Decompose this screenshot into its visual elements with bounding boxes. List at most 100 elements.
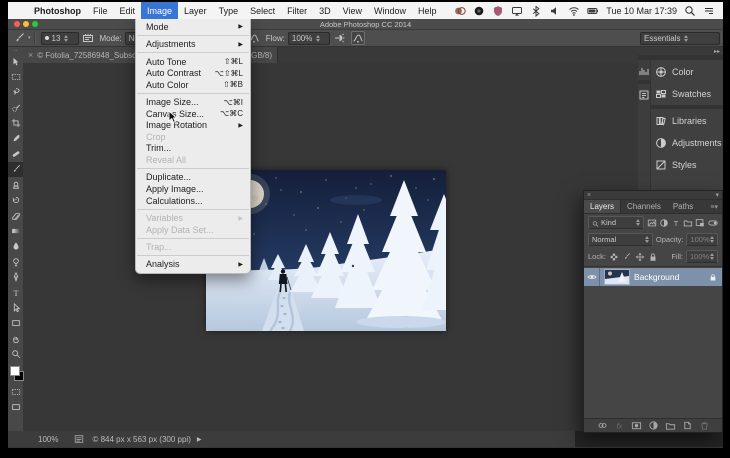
- menu-item-apply-image[interactable]: Apply Image...: [136, 183, 250, 195]
- delete-layer-icon[interactable]: [699, 420, 710, 431]
- tool-gradient[interactable]: [8, 223, 23, 238]
- filter-smart-icon[interactable]: [695, 218, 705, 228]
- tool-lasso[interactable]: [8, 85, 23, 100]
- toggle-brush-panel-icon[interactable]: [82, 32, 94, 44]
- lock-move-icon[interactable]: [635, 252, 645, 262]
- panel-button-color[interactable]: Color: [651, 61, 723, 83]
- tool-crop[interactable]: [8, 116, 23, 131]
- tool-healing-brush[interactable]: [8, 146, 23, 161]
- tool-quick-selection[interactable]: [8, 100, 23, 115]
- workspace-select[interactable]: Essentials: [640, 31, 720, 45]
- filter-adjust-icon[interactable]: [659, 218, 669, 228]
- tools-grip-dots[interactable]: ‥: [8, 47, 23, 54]
- menu-item-auto-tone[interactable]: Auto Tone ⇧⌘L: [136, 56, 250, 68]
- layer-effects-icon[interactable]: fx: [614, 420, 625, 431]
- wifi-icon[interactable]: [568, 5, 580, 17]
- volume-icon[interactable]: [549, 5, 561, 17]
- menu-item-auto-color[interactable]: Auto Color ⇧⌘B: [136, 79, 250, 91]
- panel-close-icon[interactable]: ×: [587, 192, 591, 199]
- layers-tab-channels[interactable]: Channels: [621, 200, 667, 213]
- layers-tab-paths[interactable]: Paths: [667, 200, 699, 213]
- tool-clone-stamp[interactable]: [8, 177, 23, 192]
- status-menu-arrow-icon[interactable]: ▶: [197, 436, 202, 443]
- battery-icon[interactable]: [587, 5, 599, 17]
- panel-icon-histogram[interactable]: [638, 62, 650, 80]
- spotlight-icon[interactable]: [684, 5, 696, 17]
- menu-item-mode[interactable]: Mode ▶: [136, 21, 250, 33]
- flow-select[interactable]: 100%: [287, 31, 330, 45]
- pressure-size-icon[interactable]: [350, 31, 365, 45]
- tool-path-selection[interactable]: [8, 300, 23, 315]
- foreground-color-swatch[interactable]: [10, 365, 20, 376]
- tool-blur[interactable]: [8, 239, 23, 254]
- tool-preset-arrow-icon[interactable]: ▾: [28, 35, 31, 41]
- menubar-item-help[interactable]: Help: [412, 2, 443, 19]
- menu-item-adjustments[interactable]: Adjustments ▶: [136, 38, 250, 50]
- layer-mask-icon[interactable]: [631, 420, 642, 431]
- tool-eyedropper[interactable]: [8, 131, 23, 146]
- tool-shape[interactable]: [8, 316, 23, 331]
- menubar-item-layer[interactable]: Layer: [178, 2, 213, 19]
- layer-thumbnail[interactable]: [604, 269, 630, 285]
- menu-item-auto-contrast[interactable]: Auto Contrast ⌥⇧⌘L: [136, 67, 250, 79]
- panel-button-adjustments[interactable]: Adjustments: [651, 132, 723, 154]
- menu-item-image-size[interactable]: Image Size... ⌥⌘I: [136, 96, 250, 108]
- tool-move[interactable]: [8, 54, 23, 69]
- filter-toggle-icon[interactable]: [708, 218, 718, 228]
- filter-image-icon[interactable]: [647, 218, 657, 228]
- tool-screen-mode[interactable]: [8, 399, 23, 414]
- menubar-item-edit[interactable]: Edit: [114, 2, 142, 19]
- menubar-clock[interactable]: Tue 10 Mar 17:39: [606, 6, 677, 16]
- filter-kind-select[interactable]: Kind: [588, 216, 644, 229]
- lock-paint-icon[interactable]: [622, 252, 632, 262]
- menubar-item-image[interactable]: Image: [141, 2, 179, 19]
- display-icon[interactable]: [511, 5, 523, 17]
- link-layers-icon[interactable]: [597, 420, 608, 431]
- zoom-level-field[interactable]: 100%: [38, 435, 58, 444]
- menu-item-analysis[interactable]: Analysis ▶: [136, 259, 250, 271]
- tool-dodge[interactable]: [8, 254, 23, 269]
- collapse-panels-icon[interactable]: ▸▸: [638, 47, 723, 56]
- menubar-item-select[interactable]: Select: [244, 2, 281, 19]
- layers-tab-layers[interactable]: Layers: [584, 200, 622, 213]
- new-layer-icon[interactable]: [682, 420, 693, 431]
- camera-app-icon[interactable]: [454, 5, 466, 17]
- layer-row-background[interactable]: Background: [584, 268, 722, 286]
- menubar-item-filter[interactable]: Filter: [281, 2, 313, 19]
- layer-group-icon[interactable]: [665, 420, 676, 431]
- menubar-item-3d[interactable]: 3D: [313, 2, 337, 19]
- panel-button-styles[interactable]: Styles: [651, 154, 723, 176]
- brush-preset-picker[interactable]: 13: [40, 31, 79, 45]
- panel-icon-properties[interactable]: [638, 86, 650, 104]
- tool-quick-mask[interactable]: [8, 384, 23, 399]
- menubar-item-window[interactable]: Window: [368, 2, 412, 19]
- layer-blend-mode-select[interactable]: Normal: [588, 233, 653, 246]
- window-titlebar[interactable]: Adobe Photoshop CC 2014: [8, 19, 723, 30]
- menu-item-calculations[interactable]: Calculations...: [136, 195, 250, 207]
- panel-button-swatches[interactable]: Swatches: [651, 83, 723, 105]
- menubar-item-file[interactable]: File: [87, 2, 114, 19]
- lock-transparent-icon[interactable]: [609, 252, 619, 262]
- lock-all-icon[interactable]: [648, 252, 658, 262]
- filter-type-icon[interactable]: T: [671, 218, 681, 228]
- airbrush-icon[interactable]: [333, 32, 345, 44]
- record-icon[interactable]: [473, 5, 485, 17]
- panel-button-libraries[interactable]: Libraries: [651, 110, 723, 132]
- filter-folder-icon[interactable]: [683, 218, 693, 228]
- tool-pen[interactable]: [8, 269, 23, 284]
- tool-history-brush[interactable]: [8, 193, 23, 208]
- bluetooth-icon[interactable]: [530, 5, 542, 17]
- panel-menu-icon[interactable]: ≡▾: [710, 200, 722, 213]
- notification-list-icon[interactable]: [703, 5, 715, 17]
- layer-visibility-eye-icon[interactable]: [584, 268, 600, 286]
- tool-type[interactable]: T: [8, 285, 23, 300]
- menu-item-canvas-size[interactable]: Canvas Size... ⌥⌘C: [136, 108, 250, 120]
- tab-close-icon[interactable]: ×: [28, 50, 33, 60]
- tool-hand[interactable]: [8, 331, 23, 346]
- shield-app-icon[interactable]: [492, 5, 504, 17]
- brush-tool-icon[interactable]: [13, 32, 25, 44]
- menu-item-image-rotation[interactable]: Image Rotation ▶: [136, 120, 250, 132]
- doc-info-icon[interactable]: [74, 434, 84, 444]
- panel-collapse-icon[interactable]: ▾: [715, 191, 719, 199]
- fill-select[interactable]: 100%: [686, 250, 718, 263]
